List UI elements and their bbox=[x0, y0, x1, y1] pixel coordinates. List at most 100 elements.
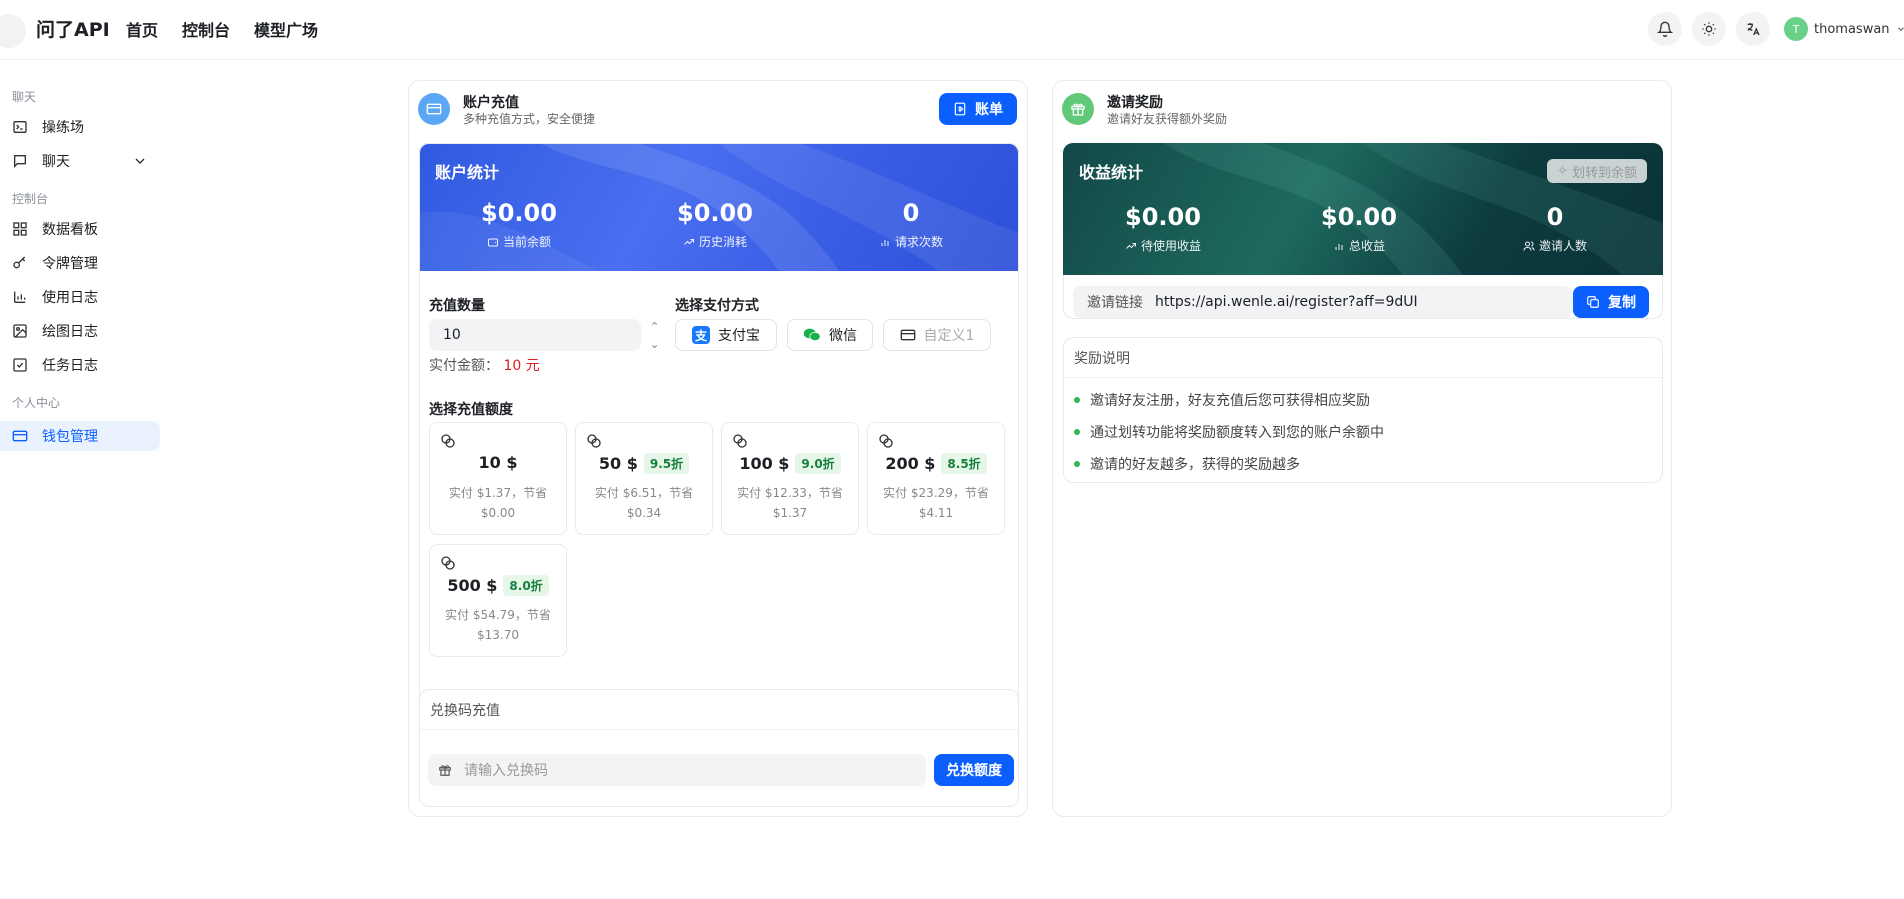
earnings-stats-title: 收益统计 bbox=[1079, 163, 1144, 182]
preset-amount: 10 $ bbox=[478, 453, 518, 472]
nav-console[interactable]: 控制台 bbox=[182, 17, 230, 41]
top-header: 问了API 首页 控制台 模型广场 T thomaswan bbox=[0, 0, 1904, 60]
copy-button[interactable]: 复制 bbox=[1573, 286, 1649, 318]
invites-value: 0 bbox=[1546, 203, 1564, 231]
preset-detail: 实付 $1.37，节省 $0.00 bbox=[438, 483, 558, 523]
history-label: 历史消耗 bbox=[698, 235, 747, 249]
theme-toggle-button[interactable] bbox=[1692, 12, 1726, 46]
chevron-up-icon[interactable] bbox=[650, 319, 659, 328]
redeem-section: 兑换码充值 请输入兑换码 兑换额度 bbox=[419, 689, 1019, 807]
gift-icon bbox=[439, 765, 451, 776]
pending-value: $0.00 bbox=[1125, 203, 1201, 231]
gift-icon bbox=[1062, 93, 1094, 125]
sidebar: 聊天 操练场 聊天 控制台 数据看板 令牌管理 使用日志 绘图日志 任务日志 个… bbox=[0, 60, 170, 899]
preset-card-200[interactable]: 200 $ 8.5折 实付 $23.29，节省 $4.11 bbox=[867, 422, 1005, 535]
amount-label: 充值数量 bbox=[429, 298, 485, 314]
sidebar-section-chat: 聊天 bbox=[12, 90, 37, 104]
rule-item: 邀请好友注册，好友充值后您可获得相应奖励 bbox=[1074, 390, 1370, 410]
trending-up-icon bbox=[684, 238, 694, 245]
invite-link-field[interactable]: 邀请链接 https://api.wenle.ai/register?aff=9… bbox=[1073, 286, 1573, 318]
checkbox-icon bbox=[13, 358, 27, 372]
preset-card-500[interactable]: 500 $ 8.0折 实付 $54.79，节省 $13.70 bbox=[429, 544, 567, 657]
sidebar-item-chat[interactable]: 聊天 bbox=[0, 146, 160, 176]
logo-icon[interactable] bbox=[0, 14, 26, 48]
discount-badge: 8.0折 bbox=[503, 575, 549, 596]
amount-stepper[interactable] bbox=[647, 319, 661, 351]
recharge-title: 账户充值 bbox=[463, 95, 519, 111]
pending-label-row: 待使用收益 bbox=[1073, 237, 1253, 254]
brand-name[interactable]: 问了API bbox=[36, 15, 110, 42]
credit-card-icon bbox=[418, 93, 450, 125]
nav-home[interactable]: 首页 bbox=[126, 17, 158, 41]
sidebar-item-label: 聊天 bbox=[42, 154, 70, 170]
redeem-input[interactable]: 请输入兑换码 bbox=[428, 754, 926, 786]
wechat-button[interactable]: 微信 bbox=[787, 319, 873, 351]
bullet-dot bbox=[1074, 429, 1080, 435]
redeem-placeholder: 请输入兑换码 bbox=[464, 763, 548, 779]
discount-badge: 9.0折 bbox=[795, 453, 841, 474]
sidebar-item-task-log[interactable]: 任务日志 bbox=[0, 350, 160, 380]
sidebar-item-label: 绘图日志 bbox=[42, 324, 98, 340]
preset-card-10[interactable]: 10 $ 实付 $1.37，节省 $0.00 bbox=[429, 422, 567, 535]
requests-stat: 0 请求次数 bbox=[821, 199, 1001, 250]
chevron-down-icon[interactable] bbox=[650, 342, 659, 351]
alipay-label: 支付宝 bbox=[718, 328, 760, 344]
sidebar-item-label: 使用日志 bbox=[42, 290, 98, 306]
invite-title: 邀请奖励 bbox=[1107, 95, 1163, 111]
invites-label: 邀请人数 bbox=[1538, 239, 1587, 253]
redeem-title: 兑换码充值 bbox=[420, 690, 1018, 730]
sidebar-item-tokens[interactable]: 令牌管理 bbox=[0, 248, 160, 278]
preset-detail-line1: 实付 $12.33，节省 bbox=[737, 486, 843, 500]
transfer-button[interactable]: ✧ 划转到余额 bbox=[1547, 159, 1647, 183]
sun-icon bbox=[1702, 22, 1716, 36]
preset-label: 选择充值额度 bbox=[429, 402, 513, 418]
notification-button[interactable] bbox=[1648, 12, 1682, 46]
sidebar-item-dashboard[interactable]: 数据看板 bbox=[0, 214, 160, 244]
preset-amount: 100 $ bbox=[739, 454, 790, 473]
chevron-down-icon bbox=[135, 158, 145, 164]
preset-amount-row: 500 $ 8.0折 bbox=[430, 575, 566, 596]
custom-pay-label: 自定义1 bbox=[923, 328, 975, 344]
sidebar-item-draw-log[interactable]: 绘图日志 bbox=[0, 316, 160, 346]
translate-icon bbox=[1747, 23, 1760, 36]
sidebar-item-usage-log[interactable]: 使用日志 bbox=[0, 282, 160, 312]
sparkle-icon: ✧ bbox=[1557, 163, 1568, 179]
bullet-dot bbox=[1074, 397, 1080, 403]
preset-amount: 200 $ bbox=[885, 454, 936, 473]
message-icon bbox=[14, 155, 26, 168]
bill-button[interactable]: 账单 bbox=[939, 93, 1017, 125]
total-label-row: 总收益 bbox=[1269, 237, 1449, 254]
transfer-button-label: 划转到余额 bbox=[1571, 165, 1637, 181]
pending-stat: $0.00 待使用收益 bbox=[1073, 203, 1253, 254]
preset-amount: 500 $ bbox=[447, 576, 498, 595]
preset-card-50[interactable]: 50 $ 9.5折 实付 $6.51，节省 $0.34 bbox=[575, 422, 713, 535]
balance-label: 当前余额 bbox=[502, 235, 551, 249]
rule-text: 邀请的好友越多，获得的奖励越多 bbox=[1090, 457, 1300, 473]
sidebar-item-playground[interactable]: 操练场 bbox=[0, 112, 160, 142]
language-button[interactable] bbox=[1736, 12, 1770, 46]
preset-amount-row: 50 $ 9.5折 bbox=[576, 453, 712, 474]
invites-stat: 0 邀请人数 bbox=[1465, 203, 1645, 254]
preset-detail-line1: 实付 $6.51，节省 bbox=[594, 486, 694, 500]
pay-amount-label: 实付金额： bbox=[429, 358, 499, 374]
total-label: 总收益 bbox=[1348, 239, 1385, 253]
user-menu[interactable]: T thomaswan bbox=[1784, 14, 1904, 44]
preset-detail-line1: 实付 $54.79，节省 bbox=[445, 608, 551, 622]
custom-pay-button[interactable]: 自定义1 bbox=[883, 319, 991, 351]
wallet-icon bbox=[487, 238, 498, 246]
redeem-button[interactable]: 兑换额度 bbox=[934, 754, 1014, 786]
amount-input[interactable]: 10 bbox=[429, 319, 641, 351]
sidebar-section-personal: 个人中心 bbox=[12, 396, 61, 410]
coins-icon bbox=[441, 434, 455, 448]
wechat-label: 微信 bbox=[829, 328, 857, 344]
preset-card-100[interactable]: 100 $ 9.0折 实付 $12.33，节省 $1.37 bbox=[721, 422, 859, 535]
invite-subtitle: 邀请好友获得额外奖励 bbox=[1107, 112, 1228, 126]
bar-chart-icon bbox=[1335, 243, 1343, 250]
key-icon bbox=[13, 256, 26, 269]
sidebar-item-wallet[interactable]: 钱包管理 bbox=[0, 421, 160, 451]
rule-item: 通过划转功能将奖励额度转入到您的账户余额中 bbox=[1074, 422, 1384, 442]
preset-detail-line2: $0.00 bbox=[480, 506, 516, 520]
preset-detail-line2: $0.34 bbox=[626, 506, 662, 520]
nav-model-square[interactable]: 模型广场 bbox=[254, 17, 318, 41]
alipay-button[interactable]: 支 支付宝 bbox=[675, 319, 777, 351]
